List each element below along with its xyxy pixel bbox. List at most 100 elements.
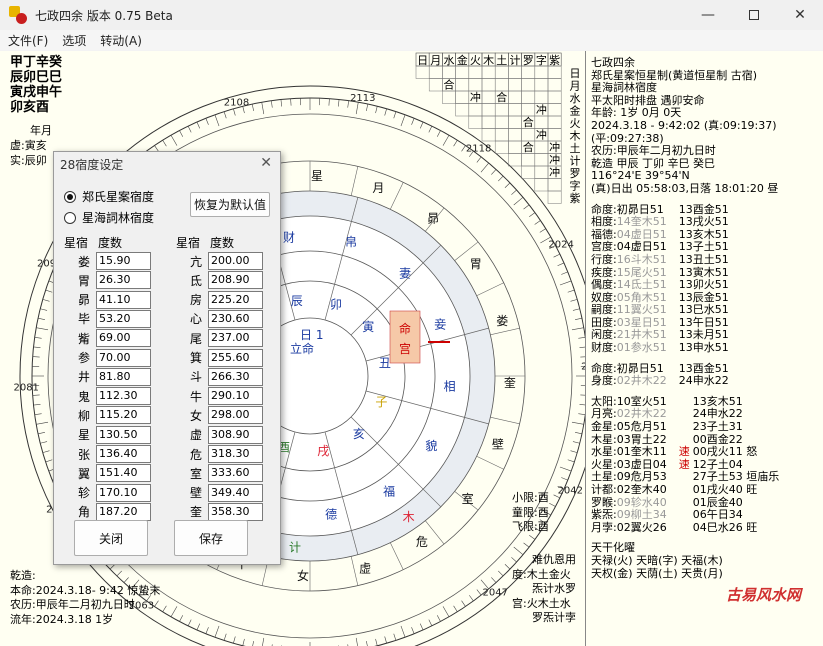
row-label: 身度: [591,374,617,388]
palace-house-label: 宫 [399,341,411,356]
degree-tick [40,441,48,444]
mansion-degree-dialog: 28宿度设定 ✕ 郑氏星案宿度 星海詞林宿度 恢复为默认值 星宿 度数 星宿 度… [53,151,281,565]
void-row: 虚:寅亥 [10,139,47,152]
limit-line: 童限:酉 [512,505,549,519]
degree-tick [271,100,273,108]
branch-label: 寅 [362,319,374,334]
mansion-degree-input[interactable]: 69.00 [96,329,151,348]
mansion-degree-input[interactable]: 225.20 [208,290,263,309]
mansion-degree-input[interactable]: 70.00 [96,348,151,367]
row-palace: 01戌火40 旺 [692,483,758,496]
branch-label: 戌 [317,444,329,458]
close-dialog-button[interactable]: 关闭 [74,520,148,556]
mansion-degree-input[interactable]: 308.90 [208,425,263,444]
mansion-name: 鬼 [77,389,90,404]
row-label: 命度: [591,361,617,375]
radio-dot[interactable] [64,190,76,203]
grid-cell [547,128,562,142]
menu-file[interactable]: 文件(F) [8,32,48,49]
mansion-degree-input[interactable]: 237.00 [208,329,263,348]
mansion-degree-input[interactable]: 53.20 [96,309,151,328]
void-row: 实:辰卯 [10,154,47,167]
degree-tick [393,633,397,641]
mansion-degree-input[interactable]: 115.20 [96,406,151,425]
mansion-degree-input[interactable]: 187.20 [96,502,151,521]
minimize-button[interactable]: — [685,0,731,30]
mansion-degree-input[interactable]: 15.90 [96,252,151,270]
grid-cell [442,65,456,79]
four-pillars: 甲丁辛癸 辰卯巳巳 寅戌申午 卯亥酉 [10,55,62,115]
radio-xinghai[interactable]: 星海詞林宿度 [64,209,154,226]
mansion-degree-input[interactable]: 266.30 [208,367,263,386]
mansion-degree-input[interactable]: 112.30 [96,387,151,406]
mansion-name: 张 [77,447,90,462]
degree-tick [393,111,397,119]
mansion-name: 壁 [189,486,202,501]
planet-mark: 木 [403,510,415,524]
degree-tick [252,641,254,646]
mansion-row: 角 187.20 [72,502,151,521]
maximize-button[interactable] [731,0,777,30]
void-header: 年月 [30,124,52,137]
grid-header: 字 [536,53,547,67]
radio-dot[interactable] [64,211,76,224]
mansion-degree-input[interactable]: 349.40 [208,483,263,502]
grid-cell [534,90,549,104]
mansion-degree-input[interactable]: 255.60 [208,348,263,367]
row-palace: 13卯火51 [678,278,729,292]
dialog-title: 28宿度设定 [60,157,124,172]
mansion-degree-input[interactable]: 151.40 [96,464,151,483]
degree-tick [557,262,565,267]
mansion-degree-input[interactable]: 358.30 [208,502,263,521]
grid-cell [508,153,522,167]
degree-tick [504,564,511,570]
row-label: 火星: [591,457,617,471]
mansion-degree-input[interactable]: 200.00 [208,252,263,270]
year-number: 2024 [548,239,573,250]
radio-zheng[interactable]: 郑氏星案宿度 [64,188,154,205]
save-button[interactable]: 保存 [174,520,248,556]
degree-tick [280,99,282,107]
mansion-degree-input[interactable]: 81.80 [96,367,151,386]
mansion-degree-input[interactable]: 130.50 [96,425,151,444]
mansion-row: 柳 115.20 [72,406,151,425]
year-number: 2108 [224,98,249,109]
menu-options[interactable]: 选项 [62,32,86,49]
mansion-row: 危 318.30 [184,445,263,463]
mansion-degree-input[interactable]: 136.40 [96,445,151,463]
grid-header: 日 [417,54,428,67]
grid-cell [521,90,536,104]
degree-tick [523,542,530,548]
grid-cell [508,78,522,92]
reset-default-button[interactable]: 恢复为默认值 [190,192,270,217]
grid-cell [547,90,562,104]
mansion-degree-input[interactable]: 170.10 [96,483,151,502]
menu-bar: 文件(F) 选项 转动(A) [0,30,823,50]
degree-tick [214,114,220,127]
dialog-close-icon[interactable]: ✕ [260,155,272,171]
menu-rotate[interactable]: 转动(A) [100,32,142,49]
degree-tick [366,104,369,111]
maximize-icon [749,10,759,20]
mansion-degree-input[interactable]: 318.30 [208,445,263,463]
grid-cell [468,115,483,129]
grid-cell [547,190,562,204]
mansion-degree-input[interactable]: 298.00 [208,406,263,425]
mansion-degree-input[interactable]: 41.10 [96,290,151,309]
close-button[interactable]: ✕ [777,0,823,30]
mansion-degree-input[interactable]: 290.10 [208,387,263,406]
pillar-row: 寅戌申午 [10,85,63,100]
mansion-degree-input[interactable]: 333.60 [208,464,263,483]
mansion-degree-input[interactable]: 26.30 [96,271,151,290]
grid-cell [508,128,522,142]
header-line: 星海詞林宿度 [591,81,657,95]
palace-row: 财度:01参水51 13申水51 [591,341,823,355]
grid-side-label: 月 [570,80,581,93]
grid-cell [508,90,522,104]
year-number: 2113 [350,93,375,104]
center-life: 立命 [290,341,314,356]
mansion-degree-input[interactable]: 230.60 [208,309,263,328]
mansion-degree-input[interactable]: 208.90 [208,271,263,290]
grid-cell [547,65,562,79]
grid-cell [534,140,549,154]
